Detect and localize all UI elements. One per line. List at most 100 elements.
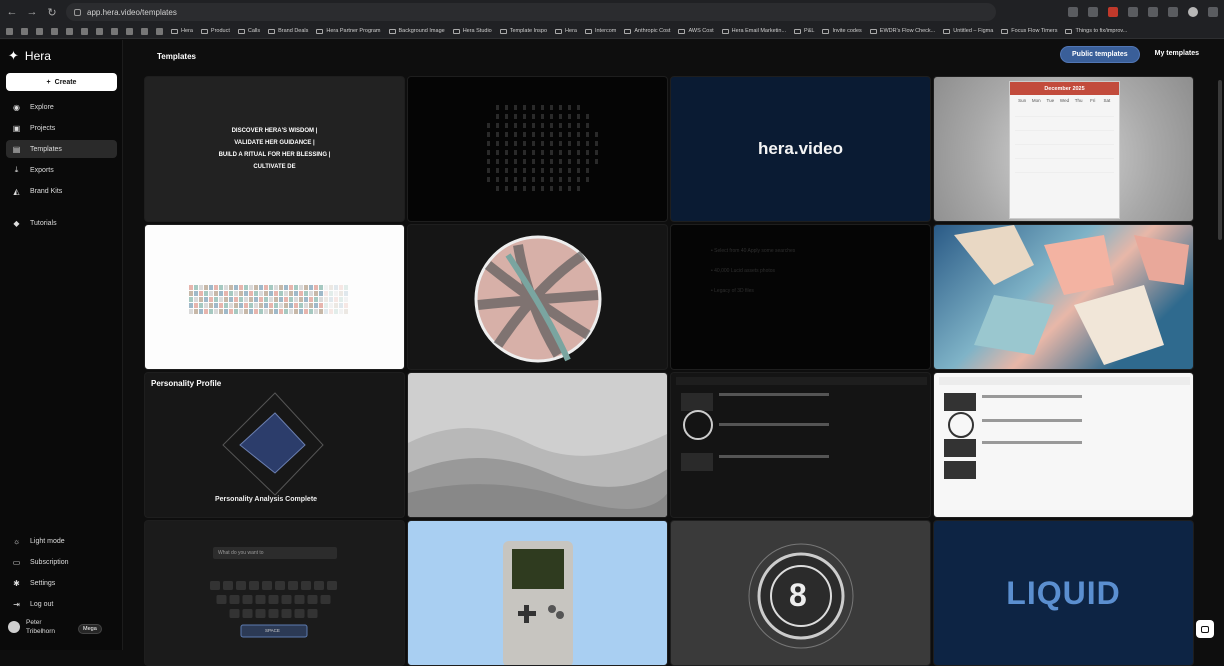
puzzle-icon[interactable] — [1128, 7, 1138, 17]
heatmap-cell — [214, 285, 218, 290]
template-card-youtube-dark[interactable] — [670, 372, 931, 518]
keyboard-key — [262, 581, 272, 590]
sidebar-item-explore[interactable]: ◉ Explore — [6, 98, 117, 116]
dot — [568, 177, 571, 182]
sidebar-item-light-mode[interactable]: ☼ Light mode — [6, 532, 117, 550]
forward-icon[interactable]: → — [26, 6, 38, 18]
menu-icon[interactable] — [1208, 7, 1218, 17]
reload-icon[interactable]: ↻ — [46, 6, 58, 19]
bookmark-favicon[interactable] — [51, 27, 58, 35]
user-profile[interactable]: Peter Tribelhorn — [8, 618, 64, 636]
dot — [487, 132, 490, 137]
heatmap-cell — [239, 285, 243, 290]
bookmark-favicon[interactable] — [141, 27, 148, 35]
bookmark-item[interactable]: Brand Deals — [268, 28, 308, 34]
bookmark-item[interactable]: Hera — [171, 28, 193, 34]
folder-icon — [237, 28, 245, 34]
template-card-mountains[interactable] — [407, 372, 668, 518]
bookmark-favicon[interactable] — [126, 27, 133, 35]
browser-toolbar: ← → ↻ app.hera.video/templates — [0, 0, 1224, 24]
template-card-feature-list[interactable]: • Select from 40 Apply some searches • 4… — [670, 224, 931, 370]
heatmap-cell — [329, 303, 333, 308]
bookmark-item[interactable]: Calls — [237, 28, 260, 34]
sidepanel-icon[interactable] — [1148, 7, 1158, 17]
heatmap-cell — [269, 297, 273, 302]
template-card-countdown[interactable]: 8 — [670, 520, 931, 666]
template-card-personality-profile[interactable]: Personality Profile Personality Analysis… — [144, 372, 405, 518]
template-card-dot-wave[interactable] — [407, 76, 668, 222]
sidebar-item-subscription[interactable]: ▭ Subscription — [6, 553, 117, 571]
bookmark-favicon[interactable] — [156, 27, 163, 35]
bookmark-item[interactable]: Hera Studio — [452, 28, 492, 34]
template-card-voronoi[interactable] — [933, 224, 1194, 370]
brand-logo[interactable]: ✦ Hera — [8, 48, 51, 64]
template-card-gameboy[interactable] — [407, 520, 668, 666]
keyboard-key — [307, 595, 318, 604]
bookmark-item[interactable]: Untitled – Figma — [943, 28, 993, 34]
compass-icon: ◉ — [13, 102, 20, 112]
sidebar-item-tutorials[interactable]: ◆ Tutorials — [6, 214, 117, 232]
bookmark-item[interactable]: Background Image — [388, 28, 445, 34]
template-card-youtube-light[interactable] — [933, 372, 1194, 518]
template-card-hera-wisdom[interactable]: DISCOVER HERA'S WISDOM | VALIDATE HER GU… — [144, 76, 405, 222]
bookmark-favicon[interactable] — [6, 27, 13, 35]
download-icon[interactable] — [1168, 7, 1178, 17]
bookmark-item[interactable]: Invite codes — [822, 28, 862, 34]
translate-icon[interactable] — [1068, 7, 1078, 17]
template-card-keyboard[interactable]: What do you want to SPACE — [144, 520, 405, 666]
bookmark-item[interactable]: Focus Flow Timers — [1001, 28, 1057, 34]
bookmark-item[interactable]: Product — [200, 28, 230, 34]
bookmark-label: Template Inspo — [509, 28, 548, 34]
template-card-liquid[interactable]: LIQUID — [933, 520, 1194, 666]
heatmap-cell — [214, 309, 218, 314]
card-title: hera.video — [757, 139, 844, 158]
sidebar-item-brand-kits[interactable]: ◭ Brand Kits — [6, 182, 117, 200]
bookmark-favicon[interactable] — [36, 27, 43, 35]
bookmark-item[interactable]: Hera Email Marketin... — [721, 28, 786, 34]
dot — [496, 114, 499, 119]
keyboard-key — [327, 581, 337, 590]
scrollbar[interactable] — [1218, 80, 1222, 240]
bookmark-item[interactable]: Intercom — [584, 28, 616, 34]
dot — [523, 177, 526, 182]
extension-icon[interactable] — [1108, 7, 1118, 17]
bookmark-item[interactable]: Hera — [555, 28, 577, 34]
address-bar[interactable]: app.hera.video/templates — [66, 3, 996, 21]
bookmark-star-icon[interactable] — [1088, 7, 1098, 17]
sidebar-item-logout[interactable]: ⇥ Log out — [6, 595, 117, 613]
my-templates-tab[interactable]: My templates — [1144, 46, 1210, 63]
sidebar-item-projects[interactable]: ▣ Projects — [6, 119, 117, 137]
bookmark-item[interactable]: EWDR's Flow Check... — [869, 28, 935, 34]
template-card-chord-diagram[interactable] — [407, 224, 668, 370]
sidebar-item-settings[interactable]: ✱ Settings — [6, 574, 117, 592]
bookmark-item[interactable]: Hera Partner Program — [316, 28, 381, 34]
create-button[interactable]: + Create — [6, 73, 117, 91]
back-icon[interactable]: ← — [6, 6, 18, 18]
bookmark-item[interactable]: Things to fix/improv... — [1065, 28, 1127, 34]
dot — [568, 186, 571, 191]
bookmark-favicon[interactable] — [96, 27, 103, 35]
bookmark-favicon[interactable] — [21, 27, 28, 35]
bookmark-item[interactable]: Template Inspo — [499, 28, 548, 34]
profile-avatar[interactable] — [1188, 7, 1198, 17]
template-icon: ▤ — [12, 144, 21, 154]
calendar-cell — [1071, 139, 1086, 145]
sidebar-item-exports[interactable]: ⤓ Exports — [6, 161, 117, 179]
template-card-hera-video[interactable]: hera.video — [670, 76, 931, 222]
heatmap-cell — [204, 291, 208, 296]
chat-button[interactable] — [1196, 620, 1214, 638]
calendar-weekday: Sun — [1018, 98, 1027, 103]
public-templates-tab[interactable]: Public templates — [1060, 46, 1140, 63]
dot — [532, 177, 535, 182]
site-info-icon[interactable] — [74, 8, 81, 16]
template-card-calendar[interactable]: December 2025 Sun Mon Tue Wed Thu Fri Sat — [933, 76, 1194, 222]
bookmark-favicon[interactable] — [81, 27, 88, 35]
template-card-heatmap[interactable] — [144, 224, 405, 370]
sidebar-item-templates[interactable]: ▤ Templates — [6, 140, 117, 158]
bookmark-favicon[interactable] — [66, 27, 73, 35]
bookmark-item[interactable]: Anthropic Cost — [624, 28, 670, 34]
bookmark-item[interactable]: AWS Cost — [678, 28, 714, 34]
calendar-cell — [1029, 139, 1044, 145]
bookmark-item[interactable]: P&L — [794, 28, 814, 34]
bookmark-favicon[interactable] — [111, 27, 118, 35]
